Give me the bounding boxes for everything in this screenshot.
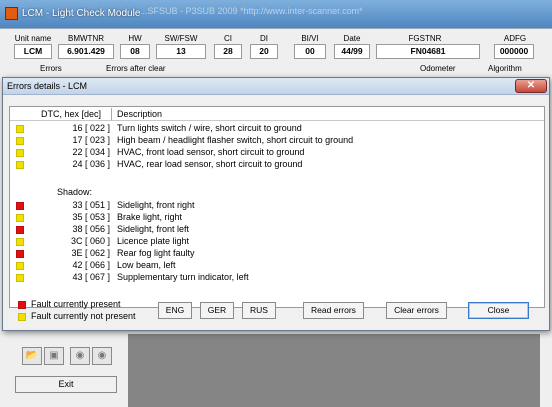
header-ci: CI: [224, 34, 232, 43]
status-square: [16, 125, 24, 133]
value-adfg: 000000: [494, 44, 534, 59]
dtc-code: 22 [ 034 ]: [72, 147, 110, 157]
label-odometer: Odometer: [420, 64, 456, 73]
value-bmwtnr: 6.901.429: [58, 44, 114, 59]
dtc-code: 43 [ 067 ]: [72, 272, 110, 282]
status-square: [16, 137, 24, 145]
shadow-error-row[interactable]: 38 [ 056 ] Sidelight, front left: [10, 224, 544, 235]
error-description: Sidelight, front left: [117, 224, 190, 234]
value-unit-name: LCM: [14, 44, 52, 59]
dtc-code: 17 [ 023 ]: [72, 135, 110, 145]
dtc-code: 24 [ 036 ]: [72, 159, 110, 169]
clear-errors-button[interactable]: Clear errors: [386, 302, 447, 319]
value-hw: 08: [120, 44, 150, 59]
shadow-error-row[interactable]: 43 [ 067 ] Supplementary turn indicator,…: [10, 272, 544, 283]
label-errors: Errors: [40, 64, 62, 73]
status-square: [16, 202, 24, 210]
save-disk-icon[interactable]: ▣: [44, 347, 64, 365]
window-title: LCM - Light Check Module: [22, 8, 141, 19]
header-sw-fsw: SW/FSW: [164, 34, 198, 43]
header-fgstnr: FGSTNR: [408, 34, 442, 43]
dtc-code: 3C [ 060 ]: [70, 236, 110, 246]
dtc-code: 3E [ 062 ]: [71, 248, 110, 258]
status-square: [16, 262, 24, 270]
binoculars-icon[interactable]: ◉: [70, 347, 90, 365]
rus-button[interactable]: RUS: [242, 302, 276, 319]
list-header: DTC, hex [dec] Description: [10, 107, 544, 121]
header-di: DI: [260, 34, 268, 43]
shadow-error-row[interactable]: 33 [ 051 ] Sidelight, front right: [10, 200, 544, 211]
dtc-code: 42 [ 066 ]: [72, 260, 110, 270]
shadow-section-label: Shadow:: [57, 187, 93, 197]
header-hw: HW: [128, 34, 142, 43]
status-square: [16, 214, 24, 222]
error-description: Licence plate light: [117, 236, 190, 246]
shadow-error-row[interactable]: 3C [ 060 ] Licence plate light: [10, 236, 544, 247]
error-description: Low beam, left: [117, 260, 176, 270]
legend-not-present-square: [18, 313, 26, 321]
status-square: [16, 250, 24, 258]
header-bmwtnr: BMWTNR: [68, 34, 104, 43]
header-date: Date: [343, 34, 361, 43]
error-description: Brake light, right: [117, 212, 183, 222]
header-adfg: ADFG: [503, 34, 527, 43]
binoculars-icon[interactable]: ◉: [92, 347, 112, 365]
error-row[interactable]: 24 [ 036 ] HVAC, rear load sensor, short…: [10, 159, 544, 170]
errors-details-dialog: Errors details - LCM ✕ DTC, hex [dec] De…: [2, 77, 550, 331]
main-titlebar[interactable]: LCM - Light Check Module ...SFSUB - P3SU…: [0, 0, 552, 28]
empty-panel: [128, 334, 540, 407]
status-square: [16, 226, 24, 234]
header-bi-vi: BI/VI: [301, 34, 319, 43]
dialog-titlebar[interactable]: Errors details - LCM ✕: [3, 78, 549, 95]
error-description: HVAC, front load sensor, short circuit t…: [117, 147, 305, 157]
value-di: 20: [250, 44, 278, 59]
eng-button[interactable]: ENG: [158, 302, 192, 319]
errors-list[interactable]: DTC, hex [dec] Description 16 [ 022 ] Tu…: [9, 106, 545, 308]
shadow-error-row[interactable]: 35 [ 053 ] Brake light, right: [10, 212, 544, 223]
dtc-code: 35 [ 053 ]: [72, 212, 110, 222]
legend-present-label: Fault currently present: [31, 299, 121, 309]
dialog-title: Errors details - LCM: [7, 81, 88, 91]
label-algorithm: Algorithm: [488, 64, 522, 73]
legend-not-present-label: Fault currently not present: [31, 311, 136, 321]
close-button[interactable]: Close: [468, 302, 529, 319]
error-row[interactable]: 17 [ 023 ] High beam / headlight flasher…: [10, 135, 544, 146]
open-folder-icon[interactable]: 📂: [22, 347, 42, 365]
label-errors-after-clear: Errors after clear: [106, 64, 166, 73]
header-unit-name: Unit name: [14, 34, 52, 43]
error-description: High beam / headlight flasher switch, sh…: [117, 135, 354, 145]
exit-button[interactable]: Exit: [15, 376, 117, 393]
column-separator[interactable]: [111, 108, 112, 120]
app-icon: [5, 7, 18, 20]
error-row[interactable]: 16 [ 022 ] Turn lights switch / wire, sh…: [10, 123, 544, 134]
value-sw-fsw: 13: [156, 44, 206, 59]
read-errors-button[interactable]: Read errors: [303, 302, 364, 319]
legend-present-square: [18, 301, 26, 309]
error-description: Rear fog light faulty: [117, 248, 195, 258]
status-square: [16, 149, 24, 157]
dtc-code: 16 [ 022 ]: [72, 123, 110, 133]
column-header-dtc[interactable]: DTC, hex [dec]: [41, 109, 101, 119]
ger-button[interactable]: GER: [200, 302, 234, 319]
value-fgstnr: FN04681: [376, 44, 480, 59]
column-header-description[interactable]: Description: [117, 109, 162, 119]
background-window-title: ...SFSUB - P3SUB 2009 *http://www.inter-…: [140, 6, 363, 16]
shadow-error-row[interactable]: 42 [ 066 ] Low beam, left: [10, 260, 544, 271]
value-ci: 28: [214, 44, 242, 59]
status-square: [16, 274, 24, 282]
value-date: 44/99: [334, 44, 370, 59]
error-description: HVAC, rear load sensor, short circuit to…: [117, 159, 303, 169]
error-description: Sidelight, front right: [117, 200, 195, 210]
status-square: [16, 161, 24, 169]
close-icon[interactable]: ✕: [515, 79, 547, 93]
dtc-code: 33 [ 051 ]: [72, 200, 110, 210]
shadow-error-row[interactable]: 3E [ 062 ] Rear fog light faulty: [10, 248, 544, 259]
error-description: Supplementary turn indicator, left: [117, 272, 249, 282]
value-bi-vi: 00: [294, 44, 326, 59]
error-description: Turn lights switch / wire, short circuit…: [117, 123, 302, 133]
dtc-code: 38 [ 056 ]: [72, 224, 110, 234]
status-square: [16, 238, 24, 246]
error-row[interactable]: 22 [ 034 ] HVAC, front load sensor, shor…: [10, 147, 544, 158]
